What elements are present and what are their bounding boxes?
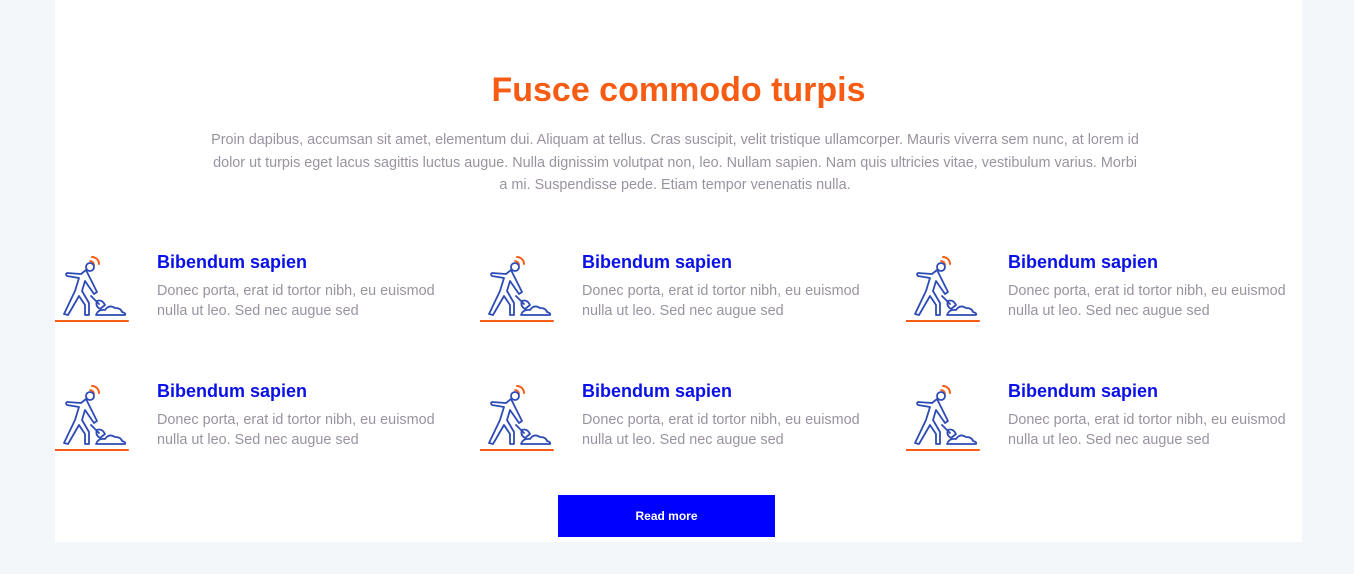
feature-item: Bibendum sapien Donec porta, erat id tor… xyxy=(906,380,1306,460)
feature-text: Donec porta, erat id tortor nibh, eu eui… xyxy=(1008,412,1286,448)
read-more-button[interactable]: Read more xyxy=(558,495,775,537)
worker-shoveling-icon xyxy=(55,251,129,323)
section-title: Fusce commodo turpis xyxy=(491,71,866,109)
feature-title: Bibendum sapien xyxy=(582,252,733,272)
feature-title: Bibendum sapien xyxy=(1008,381,1159,401)
worker-shoveling-icon xyxy=(480,251,554,323)
services-section: Fusce commodo turpis Proin dapibus, accu… xyxy=(55,0,1302,542)
feature-title: Bibendum sapien xyxy=(157,381,308,401)
feature-title: Bibendum sapien xyxy=(1008,252,1159,272)
feature-item: Bibendum sapien Donec porta, erat id tor… xyxy=(480,251,880,331)
feature-text: Donec porta, erat id tortor nibh, eu eui… xyxy=(157,412,435,448)
feature-title: Bibendum sapien xyxy=(157,252,308,272)
feature-text: Donec porta, erat id tortor nibh, eu eui… xyxy=(582,412,860,448)
worker-shoveling-icon xyxy=(906,380,980,452)
feature-text: Donec porta, erat id tortor nibh, eu eui… xyxy=(1008,283,1286,319)
feature-text: Donec porta, erat id tortor nibh, eu eui… xyxy=(157,283,435,319)
feature-title: Bibendum sapien xyxy=(582,381,733,401)
worker-shoveling-icon xyxy=(906,251,980,323)
feature-item: Bibendum sapien Donec porta, erat id tor… xyxy=(480,380,880,460)
feature-item: Bibendum sapien Donec porta, erat id tor… xyxy=(906,251,1306,331)
worker-shoveling-icon xyxy=(55,380,129,452)
feature-text: Donec porta, erat id tortor nibh, eu eui… xyxy=(582,283,860,319)
section-intro: Proin dapibus, accumsan sit amet, elemen… xyxy=(211,132,1139,193)
feature-item: Bibendum sapien Donec porta, erat id tor… xyxy=(55,251,455,331)
feature-item: Bibendum sapien Donec porta, erat id tor… xyxy=(55,380,455,460)
worker-shoveling-icon xyxy=(480,380,554,452)
